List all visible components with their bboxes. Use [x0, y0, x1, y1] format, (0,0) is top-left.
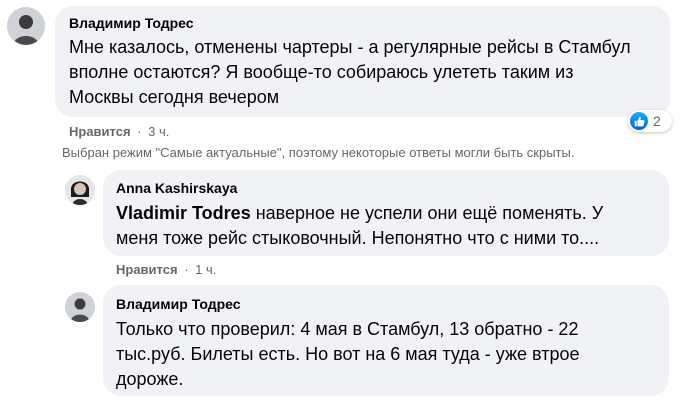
- comment-text-line: Москвы сегодня вечером: [69, 87, 280, 107]
- like-button[interactable]: Нравится: [116, 262, 178, 277]
- comment-author[interactable]: Владимир Тодрес: [116, 296, 241, 312]
- comment-actions: Нравится · 1 ч.: [116, 262, 216, 277]
- comment-timestamp[interactable]: 3 ч.: [148, 124, 169, 139]
- reaction-count: 2: [653, 113, 661, 129]
- comment-text-line: дороже.: [116, 369, 184, 389]
- reaction-summary[interactable]: 2: [628, 110, 672, 132]
- comment-text: наверное не успели они ещё поменять. У: [250, 203, 604, 223]
- separator-dot: ·: [184, 262, 189, 277]
- comment-actions: Нравится · 3 ч.: [69, 124, 169, 139]
- comment-timestamp[interactable]: 1 ч.: [195, 262, 216, 277]
- most-relevant-filter-note: Выбран режим "Самые актуальные", поэтому…: [62, 145, 575, 160]
- avatar[interactable]: [7, 7, 45, 45]
- comment-text-line: Мне казалось, отменены чартеры - а регул…: [69, 37, 631, 57]
- comment-text-line: меня тоже рейс стыковочный. Непонятно чт…: [116, 228, 600, 248]
- comment-author[interactable]: Владимир Тодрес: [69, 15, 194, 31]
- comment-text-line: тыс.руб. Билеты есть. Но вот на 6 мая ту…: [116, 344, 580, 364]
- separator-dot: ·: [137, 124, 142, 139]
- comment-text-line: вполне остаются? Я вообще-то собираюсь у…: [69, 62, 574, 82]
- avatar[interactable]: [65, 175, 95, 205]
- like-button[interactable]: Нравится: [69, 124, 131, 139]
- comment-text-line: Только что проверил: 4 мая в Стамбул, 13…: [116, 319, 579, 339]
- like-icon: [630, 112, 648, 130]
- avatar[interactable]: [65, 292, 95, 322]
- mention-link[interactable]: Vladimir Todres: [116, 203, 251, 223]
- comment-text-line: Vladimir Todres наверное не успели они е…: [116, 201, 603, 226]
- comment-author[interactable]: Anna Kashirskaya: [116, 180, 237, 196]
